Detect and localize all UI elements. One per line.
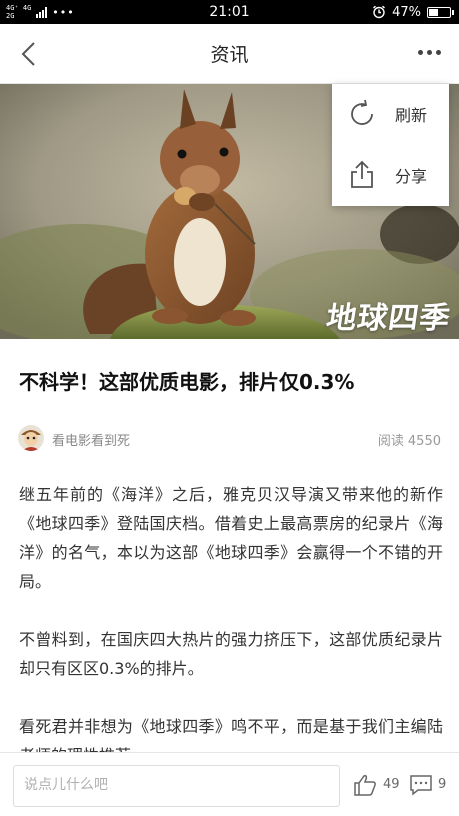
battery-fill: [429, 8, 438, 16]
thumbs-up-icon[interactable]: [353, 773, 377, 797]
screen: 4G⁺ 4G 2G ••• 21:01 47% 资讯 地球四季 刷新 分享 不科…: [0, 0, 459, 816]
share-icon: [351, 160, 373, 188]
comment-icon[interactable]: [409, 773, 433, 797]
read-count: 阅读 4550: [374, 430, 441, 449]
article-paragraph: 不曾料到，在国庆四大热片的强力挤压下，这部优质纪录片却只有区区0.3%的排片。: [19, 630, 443, 678]
author-name[interactable]: 看电影看到死: [52, 430, 130, 449]
status-bar: 4G⁺ 4G 2G ••• 21:01 47%: [0, 0, 459, 24]
menu-item-label: 刷新: [395, 106, 428, 125]
refresh-icon: [351, 99, 373, 125]
hero-watermark: 地球四季: [324, 301, 453, 336]
comment-count: 9: [438, 777, 447, 792]
battery-icon: [427, 6, 454, 18]
menu-item-share[interactable]: 分享: [332, 145, 449, 206]
status-right: 47%: [372, 0, 454, 24]
comment-bar: 说点儿什么吧 49 9: [0, 752, 459, 816]
menu-item-refresh[interactable]: 刷新: [332, 84, 449, 145]
alarm-icon: [373, 5, 386, 19]
nav-bar: 资讯: [0, 24, 459, 84]
overflow-menu: 刷新 分享: [332, 84, 449, 206]
article-meta: 看电影看到死 阅读 4550: [18, 425, 441, 453]
author-avatar[interactable]: [18, 425, 44, 451]
read-count-value: 4550: [407, 434, 441, 449]
avatar-image: [18, 425, 44, 451]
article-paragraph: 继五年前的《海洋》之后，雅克贝汉导演又带来他的新作《地球四季》登陆国庆档。借着史…: [19, 485, 443, 591]
article-title: 不科学！这部优质电影，排片仅0.3%: [19, 370, 355, 394]
menu-item-label: 分享: [395, 167, 428, 186]
read-count-label: 阅读: [377, 434, 404, 449]
battery-percent: 47%: [392, 4, 421, 20]
more-options-icon[interactable]: [418, 50, 441, 55]
page-title: 资讯: [210, 44, 249, 66]
like-count: 49: [383, 777, 400, 792]
comment-input[interactable]: 说点儿什么吧: [13, 765, 340, 807]
